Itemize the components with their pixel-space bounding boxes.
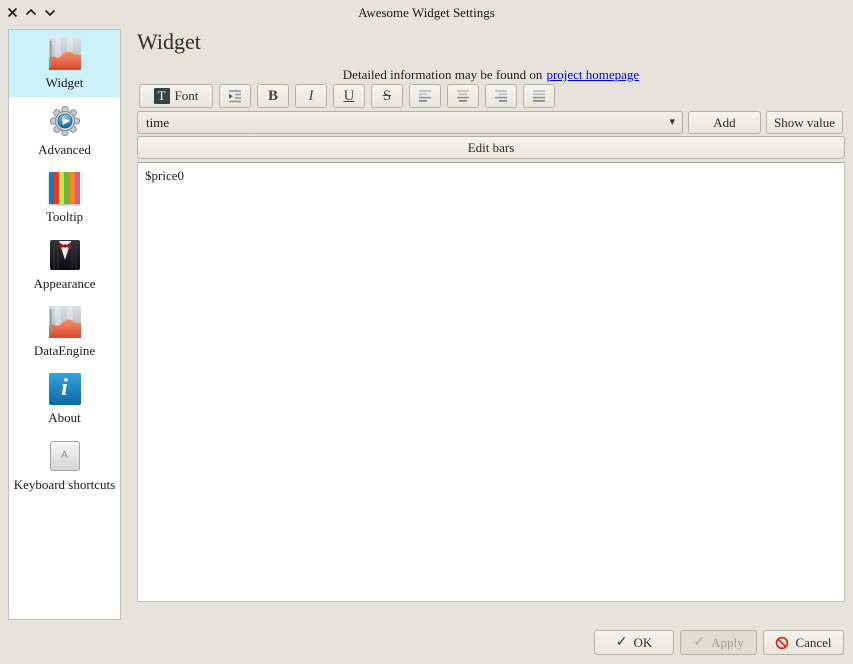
- font-button[interactable]: T Font: [139, 84, 213, 108]
- strikethrough-button[interactable]: S: [371, 84, 403, 108]
- tag-select[interactable]: time ▾: [137, 111, 683, 134]
- tag-select-value: time: [146, 115, 169, 131]
- align-justify-button[interactable]: [523, 84, 555, 108]
- gear-icon: [48, 104, 82, 138]
- align-center-icon: [454, 88, 472, 104]
- sidebar-item-label: DataEngine: [34, 343, 95, 359]
- window-title: Awesome Widget Settings: [0, 5, 853, 21]
- sidebar: Widget Advanced: [8, 29, 121, 620]
- edit-bars-button[interactable]: Edit bars: [137, 136, 845, 159]
- strikethrough-icon: S: [383, 88, 391, 105]
- ok-button-label: OK: [633, 635, 652, 651]
- sidebar-item-label: Appearance: [33, 276, 95, 292]
- tuxedo-icon: [48, 238, 82, 272]
- indent-button[interactable]: [219, 84, 251, 108]
- plasmoid-chart-icon: [48, 37, 82, 71]
- sidebar-item-label: About: [48, 410, 81, 426]
- add-button[interactable]: Add: [688, 111, 761, 134]
- sidebar-item-keyboard-shortcuts[interactable]: A Keyboard shortcuts: [9, 432, 120, 499]
- bold-button[interactable]: B: [257, 84, 289, 108]
- info-text: Detailed information may be found on: [343, 67, 543, 82]
- sidebar-item-about[interactable]: i About: [9, 365, 120, 432]
- sidebar-item-advanced[interactable]: Advanced: [9, 97, 120, 164]
- bold-icon: B: [268, 88, 278, 105]
- tag-row: time ▾ Add Show value: [137, 111, 845, 134]
- font-icon: T: [154, 88, 170, 104]
- show-value-button[interactable]: Show value: [766, 111, 843, 134]
- check-icon: ✓: [693, 634, 705, 651]
- check-icon: ✓: [616, 634, 628, 651]
- align-left-icon: [416, 88, 434, 104]
- color-stripes-icon: [48, 171, 82, 205]
- indent-icon: [226, 88, 244, 104]
- format-toolbar: T Font B I U S: [139, 84, 555, 108]
- sidebar-item-label: Keyboard shortcuts: [14, 477, 115, 493]
- sidebar-item-widget[interactable]: Widget: [9, 30, 120, 97]
- info-icon: i: [48, 372, 82, 406]
- sidebar-item-label: Widget: [46, 75, 84, 91]
- underline-button[interactable]: U: [333, 84, 365, 108]
- sidebar-item-label: Tooltip: [46, 209, 83, 225]
- keyboard-key-icon: A: [48, 439, 82, 473]
- align-right-button[interactable]: [485, 84, 517, 108]
- ok-button[interactable]: ✓ OK: [594, 630, 674, 655]
- sidebar-item-dataengine[interactable]: DataEngine: [9, 298, 120, 365]
- sidebar-item-label: Advanced: [38, 142, 91, 158]
- align-justify-icon: [530, 88, 548, 104]
- apply-button-label: Apply: [711, 635, 744, 651]
- font-button-label: Font: [175, 88, 199, 104]
- text-editor[interactable]: $price0: [137, 162, 845, 602]
- apply-button[interactable]: ✓ Apply: [680, 630, 757, 655]
- italic-icon: I: [309, 88, 314, 105]
- cancel-button-label: Cancel: [795, 635, 831, 651]
- chevron-down-icon: ▾: [669, 115, 675, 128]
- titlebar: Awesome Widget Settings: [0, 0, 853, 24]
- align-left-button[interactable]: [409, 84, 441, 108]
- sidebar-item-tooltip[interactable]: Tooltip: [9, 164, 120, 231]
- editor-text: $price0: [145, 168, 184, 183]
- cancel-icon: [775, 636, 789, 650]
- underline-icon: U: [344, 88, 355, 105]
- align-right-icon: [492, 88, 510, 104]
- plasmoid-chart-icon: [48, 305, 82, 339]
- project-homepage-link[interactable]: project homepage: [546, 67, 639, 82]
- page-title: Widget: [137, 29, 201, 55]
- cancel-button[interactable]: Cancel: [763, 630, 844, 655]
- info-line: Detailed information may be found onproj…: [137, 67, 845, 83]
- sidebar-item-appearance[interactable]: Appearance: [9, 231, 120, 298]
- align-center-button[interactable]: [447, 84, 479, 108]
- italic-button[interactable]: I: [295, 84, 327, 108]
